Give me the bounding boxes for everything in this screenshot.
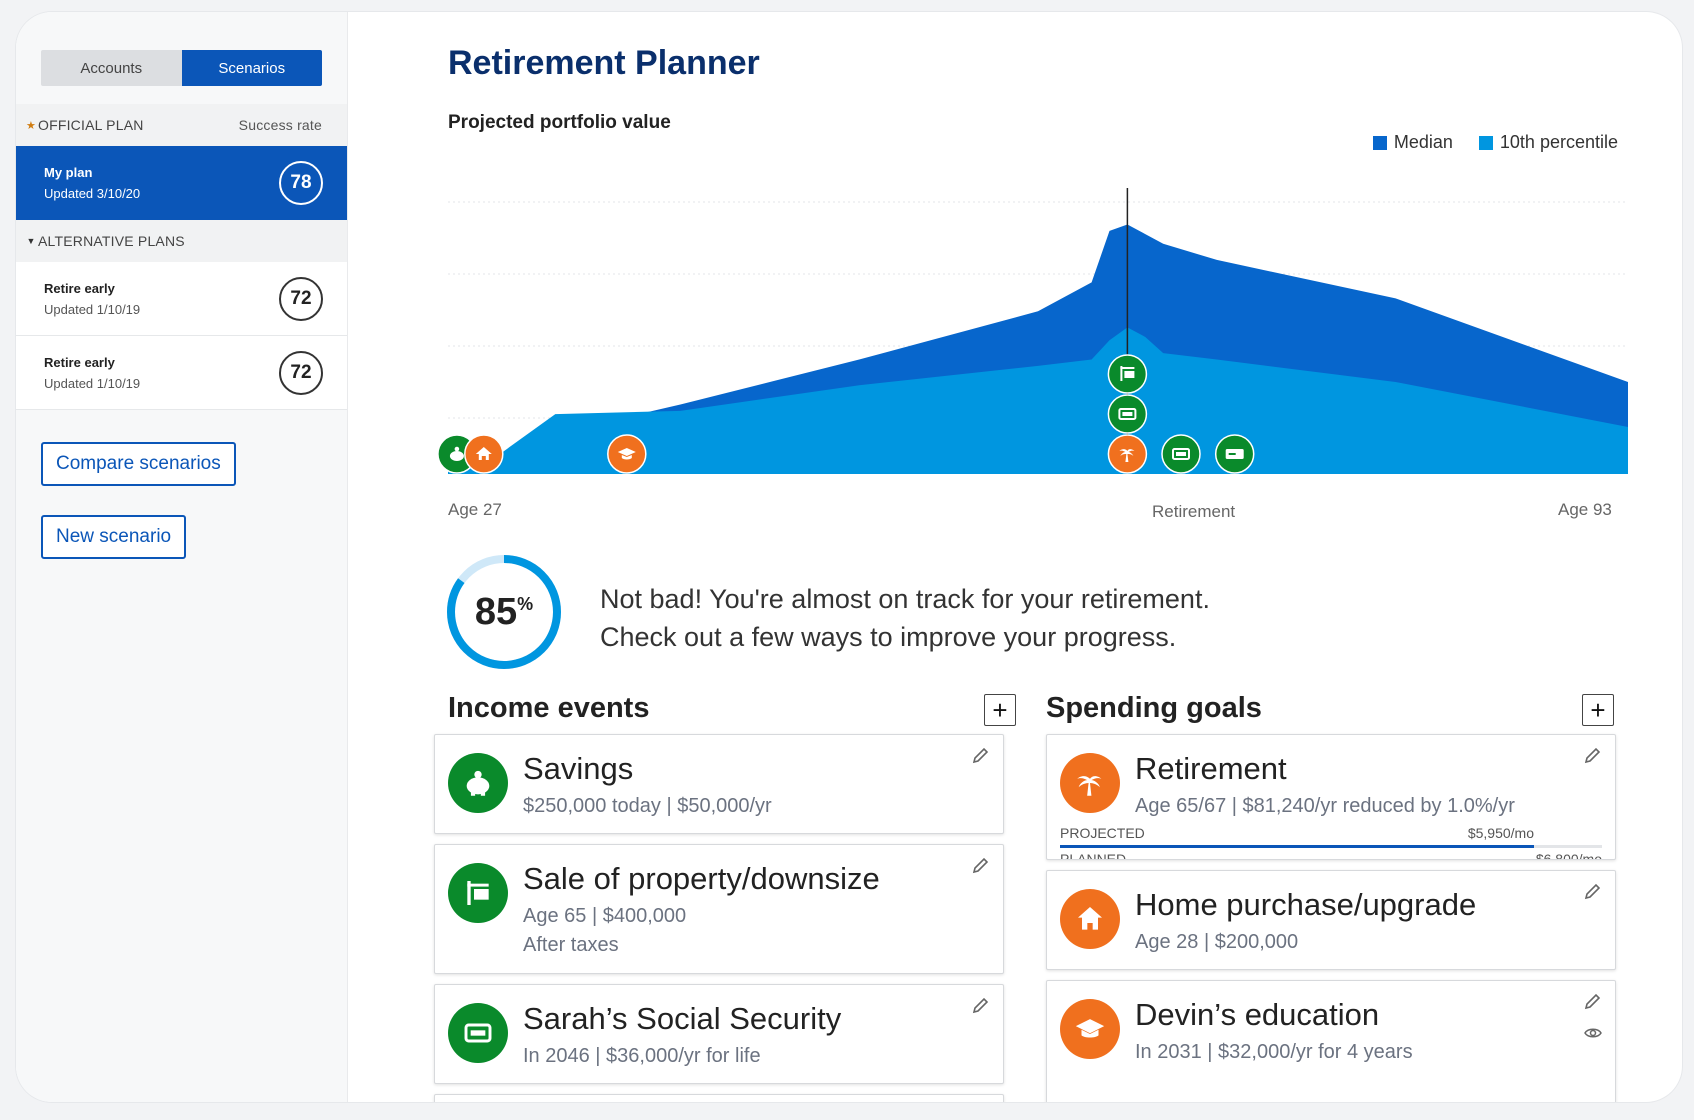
income-detail: In 2046 | $36,000/yr for life xyxy=(523,1045,761,1067)
success-ring-label: 85% xyxy=(444,552,564,672)
plan-item-my-plan[interactable]: My plan Updated 3/10/20 78 xyxy=(16,146,347,220)
app-frame: Accounts Scenarios ★ OFFICIAL PLAN Succe… xyxy=(16,12,1682,1102)
legend-10th-percentile: 10th percentile xyxy=(1478,132,1618,153)
portfolio-chart[interactable] xyxy=(437,182,1628,522)
portfolio-chart-svg xyxy=(437,188,1628,474)
income-card-property-sale[interactable]: Sale of property/downsize Age 65 | $400,… xyxy=(434,844,1004,974)
plan-updated: Updated 3/10/20 xyxy=(44,186,141,201)
spending-card-education[interactable]: Devin’s education In 2031 | $32,000/yr f… xyxy=(1046,980,1616,1102)
graduation-cap-icon xyxy=(607,434,647,474)
pencil-icon[interactable] xyxy=(1583,991,1603,1011)
eye-icon[interactable] xyxy=(1583,1023,1603,1043)
caret-down-icon: ▼ xyxy=(26,236,36,246)
plan-updated: Updated 1/10/19 xyxy=(44,301,141,317)
ticket-icon xyxy=(1214,434,1255,474)
payment-icon xyxy=(1107,394,1148,434)
spending-card-home[interactable]: Home purchase/upgrade Age 28 | $200,000 xyxy=(1046,870,1616,970)
page-title: Retirement Planner xyxy=(448,44,760,82)
progress-message: Not bad! You're almost on track for your… xyxy=(600,580,1210,656)
goal-detail: Age 28 | $200,000 xyxy=(1135,931,1299,953)
for-sale-sign-icon xyxy=(1107,354,1148,394)
pencil-icon[interactable] xyxy=(1583,881,1603,901)
income-detail: Age 65 | $400,000 xyxy=(523,905,687,927)
alternative-plans-header[interactable]: ▼ ALTERNATIVE PLANS xyxy=(16,220,347,262)
income-card-savings[interactable]: Savings $250,000 today | $50,000/yr xyxy=(434,734,1004,834)
compare-scenarios-button[interactable]: Compare scenarios xyxy=(41,442,236,486)
chart-title: Projected portfolio value xyxy=(448,112,671,133)
sidebar: Accounts Scenarios ★ OFFICIAL PLAN Succe… xyxy=(16,12,348,1102)
plan-name: My plan xyxy=(44,165,93,180)
pencil-icon[interactable] xyxy=(1583,745,1603,765)
goal-progress-bar xyxy=(1060,845,1602,848)
add-spending-goal-button[interactable]: + xyxy=(1582,694,1614,726)
palm-tree-icon xyxy=(1060,753,1120,813)
star-icon: ★ xyxy=(25,119,37,132)
legend-label: Median xyxy=(1393,132,1453,152)
goal-detail: Age 65/67 | $81,240/yr reduced by 1.0%/y… xyxy=(1135,795,1515,817)
plan-item-retire-early[interactable]: Retire early Updated 1/10/19 72 xyxy=(16,262,347,336)
goal-title: Home purchase/upgrade xyxy=(1135,887,1477,922)
palm-tree-icon xyxy=(1107,434,1148,474)
income-detail: $250,000 today | $50,000/yr xyxy=(523,795,772,817)
income-card-social-security[interactable]: Sarah’s Social Security In 2046 | $36,00… xyxy=(434,984,1004,1084)
tab-accounts[interactable]: Accounts xyxy=(41,50,182,86)
income-title: Savings xyxy=(523,751,634,786)
success-rate-badge: 72 xyxy=(279,276,323,321)
graduation-cap-icon xyxy=(1060,999,1120,1059)
chart-legend: Median 10th percentile xyxy=(1372,132,1618,153)
progress-message-line-2: Check out a few ways to improve your pro… xyxy=(600,622,1177,652)
axis-label-end: Age 93 xyxy=(1558,500,1612,519)
legend-median: Median xyxy=(1372,132,1453,153)
income-card-partial[interactable] xyxy=(434,1094,1004,1102)
house-icon xyxy=(464,434,504,474)
add-income-event-button[interactable]: + xyxy=(984,694,1016,726)
success-percent-value: 85 xyxy=(474,590,518,633)
for-sale-sign-icon xyxy=(448,863,508,923)
plan-item-retire-early[interactable]: Retire early Updated 1/10/19 72 xyxy=(16,336,347,410)
legend-swatch-median xyxy=(1372,135,1387,150)
legend-swatch-10th xyxy=(1478,135,1493,150)
goal-progress-fill xyxy=(1060,845,1535,848)
goal-title: Retirement xyxy=(1135,751,1287,786)
piggy-bank-icon xyxy=(448,753,508,813)
new-scenario-button[interactable]: New scenario xyxy=(41,515,187,559)
payment-icon xyxy=(448,1003,508,1063)
success-rate-label: Success rate xyxy=(238,117,322,133)
income-title: Sale of property/downsize xyxy=(523,861,880,896)
planned-label: PLANNED xyxy=(1060,851,1127,860)
spending-goals-title: Spending goals xyxy=(1046,692,1262,724)
plan-updated: Updated 1/10/19 xyxy=(44,375,141,391)
official-plan-label: OFFICIAL PLAN xyxy=(38,117,144,133)
success-rate-badge: 72 xyxy=(279,350,323,395)
goal-detail: In 2031 | $32,000/yr for 4 years xyxy=(1135,1041,1413,1063)
projected-value: $5,950/mo xyxy=(1467,825,1534,841)
goal-title: Devin’s education xyxy=(1135,997,1380,1032)
payment-icon xyxy=(1161,434,1201,474)
success-rate-badge: 78 xyxy=(279,161,323,205)
pencil-icon[interactable] xyxy=(971,745,991,765)
axis-label-retirement: Retirement xyxy=(1152,502,1236,521)
official-plan-header: ★ OFFICIAL PLAN Success rate xyxy=(16,104,347,146)
percent-sign: % xyxy=(517,593,534,614)
progress-message-line-1: Not bad! You're almost on track for your… xyxy=(600,584,1210,614)
projected-label: PROJECTED xyxy=(1060,825,1145,841)
legend-label: 10th percentile xyxy=(1499,132,1618,152)
projected-row: PROJECTED $5,950/mo xyxy=(1060,825,1602,841)
pencil-icon[interactable] xyxy=(971,855,991,875)
income-note: After taxes xyxy=(523,934,619,956)
axis-label-start: Age 27 xyxy=(448,500,502,519)
income-events-title: Income events xyxy=(448,692,650,724)
view-toggle: Accounts Scenarios xyxy=(41,50,322,86)
plan-name: Retire early xyxy=(44,280,115,296)
planned-row: PLANNED $6,800/mo xyxy=(1060,851,1602,860)
house-icon xyxy=(1060,889,1120,949)
pencil-icon[interactable] xyxy=(971,995,991,1015)
income-title: Sarah’s Social Security xyxy=(523,1001,842,1036)
planned-value: $6,800/mo xyxy=(1535,851,1602,860)
alternative-plans-label: ALTERNATIVE PLANS xyxy=(38,233,185,249)
spending-card-retirement[interactable]: Retirement Age 65/67 | $81,240/yr reduce… xyxy=(1046,734,1616,860)
plan-name: Retire early xyxy=(44,354,115,370)
tab-scenarios[interactable]: Scenarios xyxy=(181,50,322,86)
